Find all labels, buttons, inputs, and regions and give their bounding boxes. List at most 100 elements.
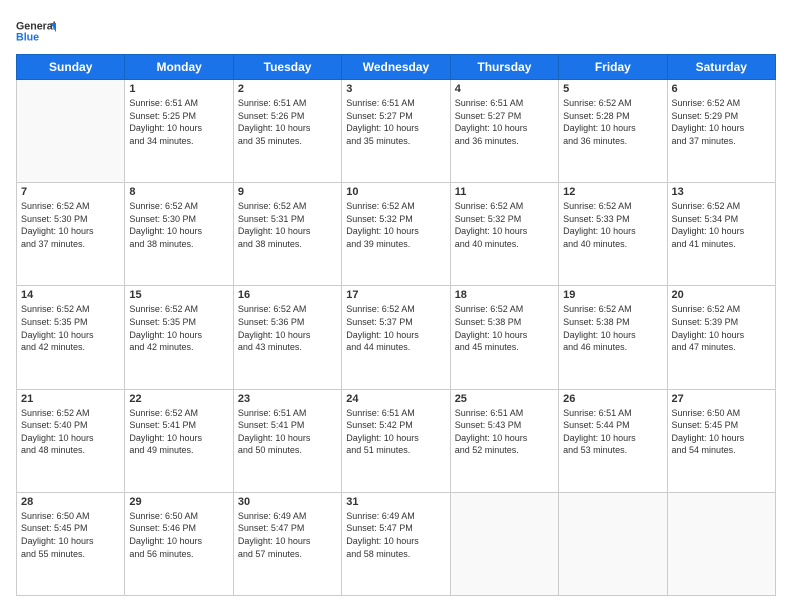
day-number: 8 [129, 186, 228, 198]
calendar-cell: 16 Sunrise: 6:52 AM Sunset: 5:36 PM Dayli… [233, 286, 341, 389]
day-number: 5 [563, 83, 662, 95]
calendar-week-row: 1 Sunrise: 6:51 AM Sunset: 5:25 PM Daylig… [17, 80, 776, 183]
calendar-cell: 15Sunrise: 6:52 AM Sunset: 5:35 PM Dayli… [125, 286, 233, 389]
calendar-week-row: 28 Sunrise: 6:50 AM Sunset: 5:45 PM Dayli… [17, 492, 776, 595]
calendar-cell: 23 Sunrise: 6:51 AM Sunset: 5:41 PM Dayli… [233, 389, 341, 492]
day-number: 18 [455, 289, 554, 301]
day-number: 23 [238, 393, 337, 405]
calendar-cell: 31Sunrise: 6:49 AM Sunset: 5:47 PM Dayli… [342, 492, 450, 595]
calendar-cell: 28 Sunrise: 6:50 AM Sunset: 5:45 PM Dayli… [17, 492, 125, 595]
day-number: 1 [129, 83, 228, 95]
day-number: 31 [346, 496, 445, 508]
calendar-cell: 3 Sunrise: 6:51 AM Sunset: 5:27 PM Daylig… [342, 80, 450, 183]
cell-info: Sunrise: 6:51 AM Sunset: 5:44 PM Dayligh… [563, 407, 662, 457]
calendar-cell: 21 Sunrise: 6:52 AM Sunset: 5:40 PM Dayli… [17, 389, 125, 492]
weekday-header: Wednesday [342, 55, 450, 80]
calendar-cell: 29 Sunrise: 6:50 AM Sunset: 5:46 PM Dayli… [125, 492, 233, 595]
day-number: 2 [238, 83, 337, 95]
calendar-table: SundayMondayTuesdayWednesdayThursdayFrid… [16, 54, 776, 596]
calendar-cell: 14 Sunrise: 6:52 AM Sunset: 5:35 PM Dayli… [17, 286, 125, 389]
cell-info: Sunrise: 6:50 AM Sunset: 5:45 PM Dayligh… [21, 510, 120, 560]
calendar-cell: 7 Sunrise: 6:52 AM Sunset: 5:30 PM Daylig… [17, 183, 125, 286]
cell-info: Sunrise: 6:52 AM Sunset: 5:39 PM Dayligh… [672, 303, 771, 353]
calendar-cell: 25 Sunrise: 6:51 AM Sunset: 5:43 PM Dayli… [450, 389, 558, 492]
day-number: 26 [563, 393, 662, 405]
day-number: 14 [21, 289, 120, 301]
cell-info: Sunrise: 6:52 AM Sunset: 5:34 PM Dayligh… [672, 200, 771, 250]
cell-info: Sunrise: 6:52 AM Sunset: 5:32 PM Dayligh… [346, 200, 445, 250]
svg-text:Blue: Blue [16, 31, 39, 43]
cell-info: Sunrise: 6:52 AM Sunset: 5:36 PM Dayligh… [238, 303, 337, 353]
cell-info: Sunrise: 6:52 AM Sunset: 5:35 PM Dayligh… [21, 303, 120, 353]
day-number: 13 [672, 186, 771, 198]
day-number: 4 [455, 83, 554, 95]
calendar-cell: 20 Sunrise: 6:52 AM Sunset: 5:39 PM Dayli… [667, 286, 775, 389]
cell-info: Sunrise: 6:50 AM Sunset: 5:45 PM Dayligh… [672, 407, 771, 457]
calendar-cell: 13 Sunrise: 6:52 AM Sunset: 5:34 PM Dayli… [667, 183, 775, 286]
weekday-header-row: SundayMondayTuesdayWednesdayThursdayFrid… [17, 55, 776, 80]
calendar-cell: 2Sunrise: 6:51 AM Sunset: 5:26 PM Daylig… [233, 80, 341, 183]
calendar-cell [559, 492, 667, 595]
cell-info: Sunrise: 6:50 AM Sunset: 5:46 PM Dayligh… [129, 510, 228, 560]
weekday-header: Friday [559, 55, 667, 80]
calendar-cell: 26 Sunrise: 6:51 AM Sunset: 5:44 PM Dayli… [559, 389, 667, 492]
day-number: 30 [238, 496, 337, 508]
cell-info: Sunrise: 6:51 AM Sunset: 5:25 PM Dayligh… [129, 97, 228, 147]
cell-info: Sunrise: 6:51 AM Sunset: 5:41 PM Dayligh… [238, 407, 337, 457]
calendar-week-row: 14 Sunrise: 6:52 AM Sunset: 5:35 PM Dayli… [17, 286, 776, 389]
day-number: 11 [455, 186, 554, 198]
weekday-header: Tuesday [233, 55, 341, 80]
calendar-week-row: 21 Sunrise: 6:52 AM Sunset: 5:40 PM Dayli… [17, 389, 776, 492]
day-number: 3 [346, 83, 445, 95]
day-number: 19 [563, 289, 662, 301]
calendar-cell: 4 Sunrise: 6:51 AM Sunset: 5:27 PM Daylig… [450, 80, 558, 183]
cell-info: Sunrise: 6:52 AM Sunset: 5:28 PM Dayligh… [563, 97, 662, 147]
day-number: 10 [346, 186, 445, 198]
day-number: 16 [238, 289, 337, 301]
calendar-cell: 18Sunrise: 6:52 AM Sunset: 5:38 PM Dayli… [450, 286, 558, 389]
day-number: 20 [672, 289, 771, 301]
cell-info: Sunrise: 6:52 AM Sunset: 5:35 PM Dayligh… [129, 303, 228, 353]
weekday-header: Monday [125, 55, 233, 80]
day-number: 21 [21, 393, 120, 405]
day-number: 7 [21, 186, 120, 198]
cell-info: Sunrise: 6:52 AM Sunset: 5:33 PM Dayligh… [563, 200, 662, 250]
cell-info: Sunrise: 6:51 AM Sunset: 5:27 PM Dayligh… [346, 97, 445, 147]
calendar-cell: 6Sunrise: 6:52 AM Sunset: 5:29 PM Daylig… [667, 80, 775, 183]
calendar-cell: 10 Sunrise: 6:52 AM Sunset: 5:32 PM Dayli… [342, 183, 450, 286]
weekday-header: Thursday [450, 55, 558, 80]
cell-info: Sunrise: 6:52 AM Sunset: 5:30 PM Dayligh… [21, 200, 120, 250]
day-number: 22 [129, 393, 228, 405]
day-number: 28 [21, 496, 120, 508]
day-number: 29 [129, 496, 228, 508]
day-number: 25 [455, 393, 554, 405]
calendar-cell [450, 492, 558, 595]
cell-info: Sunrise: 6:52 AM Sunset: 5:38 PM Dayligh… [563, 303, 662, 353]
calendar-cell: 22 Sunrise: 6:52 AM Sunset: 5:41 PM Dayli… [125, 389, 233, 492]
weekday-header: Saturday [667, 55, 775, 80]
day-number: 17 [346, 289, 445, 301]
weekday-header: Sunday [17, 55, 125, 80]
cell-info: Sunrise: 6:52 AM Sunset: 5:30 PM Dayligh… [129, 200, 228, 250]
cell-info: Sunrise: 6:52 AM Sunset: 5:32 PM Dayligh… [455, 200, 554, 250]
calendar-cell [667, 492, 775, 595]
logo-icon: General Blue [16, 16, 56, 46]
calendar-cell: 12 Sunrise: 6:52 AM Sunset: 5:33 PM Dayli… [559, 183, 667, 286]
cell-info: Sunrise: 6:52 AM Sunset: 5:41 PM Dayligh… [129, 407, 228, 457]
cell-info: Sunrise: 6:51 AM Sunset: 5:42 PM Dayligh… [346, 407, 445, 457]
day-number: 9 [238, 186, 337, 198]
day-number: 6 [672, 83, 771, 95]
calendar-cell: 30Sunrise: 6:49 AM Sunset: 5:47 PM Dayli… [233, 492, 341, 595]
page: General Blue SundayMondayTuesdayWednesda… [0, 0, 792, 612]
day-number: 12 [563, 186, 662, 198]
calendar-cell: 1 Sunrise: 6:51 AM Sunset: 5:25 PM Daylig… [125, 80, 233, 183]
calendar-cell: 8 Sunrise: 6:52 AM Sunset: 5:30 PM Daylig… [125, 183, 233, 286]
cell-info: Sunrise: 6:51 AM Sunset: 5:27 PM Dayligh… [455, 97, 554, 147]
cell-info: Sunrise: 6:51 AM Sunset: 5:43 PM Dayligh… [455, 407, 554, 457]
calendar-cell: 17Sunrise: 6:52 AM Sunset: 5:37 PM Dayli… [342, 286, 450, 389]
calendar-cell: 19 Sunrise: 6:52 AM Sunset: 5:38 PM Dayli… [559, 286, 667, 389]
calendar-cell: 24 Sunrise: 6:51 AM Sunset: 5:42 PM Dayli… [342, 389, 450, 492]
cell-info: Sunrise: 6:52 AM Sunset: 5:40 PM Dayligh… [21, 407, 120, 457]
day-number: 24 [346, 393, 445, 405]
calendar-cell: 9Sunrise: 6:52 AM Sunset: 5:31 PM Daylig… [233, 183, 341, 286]
